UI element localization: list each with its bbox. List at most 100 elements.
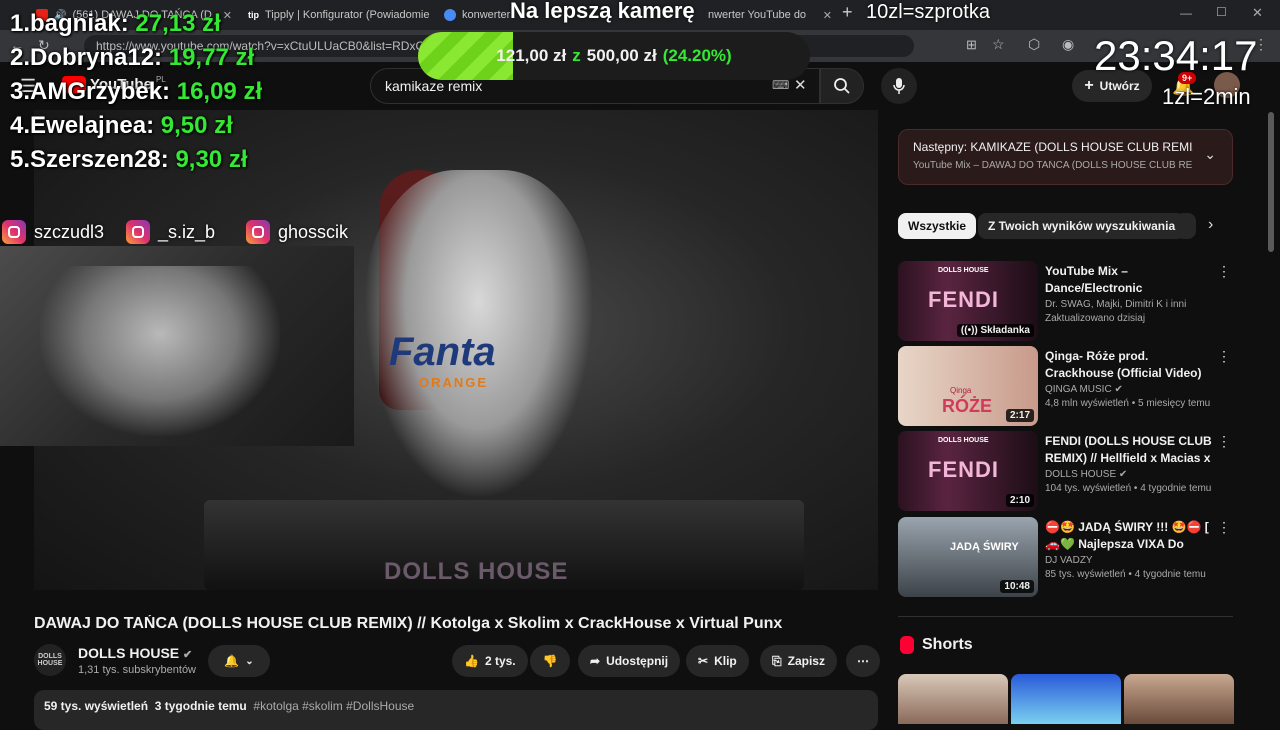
recommendation-item[interactable]: JADĄ ŚWIRY 10:48 ⛔🤩 JADĄ ŚWIRY !!! 🤩⛔ [ … bbox=[898, 517, 1233, 597]
short-thumbnail[interactable] bbox=[898, 674, 1008, 724]
thumbs-up-icon: 👍 bbox=[464, 654, 479, 668]
apps-icon[interactable]: ⊞ bbox=[966, 37, 977, 53]
goal-title: Na lepszą kamerę bbox=[510, 0, 695, 23]
tab-converter-2[interactable]: nwerter YouTube do ✕ bbox=[700, 4, 840, 26]
shorts-heading: Shorts bbox=[900, 636, 973, 654]
chip-truncated[interactable] bbox=[1176, 213, 1196, 239]
more-vert-icon[interactable]: ⋮ bbox=[1217, 519, 1231, 536]
keyboard-icon[interactable]: ⌨ bbox=[772, 78, 789, 92]
verified-icon: ✔ bbox=[183, 649, 193, 661]
close-tab-icon[interactable]: ✕ bbox=[223, 9, 232, 22]
search-icon bbox=[834, 78, 850, 94]
instagram-icon bbox=[246, 220, 270, 244]
chevron-down-icon[interactable]: ⌄ bbox=[1204, 146, 1216, 163]
donation-rate-note: 10zl=szprotka bbox=[866, 1, 990, 23]
rec-meta: 4,8 mln wyświetleń • 5 miesięcy temu bbox=[1045, 398, 1211, 409]
verified-icon: ✔ bbox=[1118, 469, 1128, 480]
like-count: 2 tys. bbox=[484, 654, 516, 668]
video-shirt-text: Fanta bbox=[389, 330, 496, 374]
time-rate-note: 1zl=2min bbox=[1162, 84, 1251, 109]
divider bbox=[898, 616, 1233, 617]
next-subtitle: YouTube Mix – DAWAJ DO TAŃCA (DOLLS HOUS… bbox=[913, 160, 1193, 171]
video-thumbnail[interactable]: DOLLS HOUSE FENDI ((•)) Składanka bbox=[898, 261, 1038, 341]
chip-all[interactable]: Wszystkie bbox=[898, 213, 977, 239]
goal-progress-text: 121,00 zł z 500,00 zł (24.20%) bbox=[496, 46, 732, 65]
clip-button[interactable]: ✂ Klip bbox=[686, 645, 749, 677]
recommendation-item[interactable]: Qinga RÓŻE 2:17 Qinga- Róże prod. Crackh… bbox=[898, 346, 1233, 426]
subscribed-bell-button[interactable]: 🔔 ⌄ bbox=[208, 645, 270, 677]
bell-icon: 🔔 bbox=[224, 654, 240, 668]
tipply-favicon-icon: tip bbox=[248, 10, 259, 20]
plus-icon: + bbox=[1084, 77, 1094, 94]
create-label: Utwórz bbox=[1099, 79, 1140, 93]
rec-meta: Zaktualizowano dzisiaj bbox=[1045, 313, 1146, 324]
video-title: DAWAJ DO TAŃCA (DOLLS HOUSE CLUB REMIX) … bbox=[34, 615, 783, 632]
rec-title: YouTube Mix – Dance/Electronic bbox=[1045, 264, 1143, 295]
description-box[interactable]: 59 tys. wyświetleń 3 tygodnie temu #koto… bbox=[34, 690, 878, 730]
dislike-button[interactable]: 👎 bbox=[530, 645, 570, 677]
maximize-icon[interactable]: ☐ bbox=[1216, 5, 1227, 19]
save-button[interactable]: ⎘ Zapisz bbox=[760, 645, 837, 677]
scrollbar-thumb[interactable] bbox=[1268, 112, 1274, 252]
mix-badge: ((•)) Składanka bbox=[956, 324, 1034, 337]
rec-title: FENDI (DOLLS HOUSE CLUB REMIX) // Hellfi… bbox=[1045, 434, 1212, 465]
tab-label: nwerter YouTube do bbox=[708, 9, 807, 21]
like-button[interactable]: 👍 2 tys. bbox=[452, 645, 528, 677]
search-value: kamikaze remix bbox=[385, 78, 483, 94]
shorts-logo-icon bbox=[900, 636, 914, 654]
donation-goal-bar: 121,00 zł z 500,00 zł (24.20%) bbox=[418, 32, 810, 80]
webcam-person bbox=[40, 266, 280, 436]
extensions-icon[interactable]: ⬡ bbox=[1028, 36, 1040, 53]
search-button[interactable] bbox=[820, 68, 864, 104]
channel-name[interactable]: DOLLS HOUSE ✔ bbox=[78, 645, 192, 661]
leaderboard-row: 2.Dobryna12: 19,77 zł bbox=[10, 44, 255, 71]
tab-label: konwerter bbox=[462, 9, 511, 21]
leaderboard-row: 1.bagniak: 27,13 zł bbox=[10, 10, 221, 37]
rec-meta: 104 tys. wyświetleń • 4 tygodnie temu bbox=[1045, 483, 1212, 494]
tab-converter-1[interactable]: konwerter bbox=[436, 4, 516, 26]
subscriber-count: 1,31 tys. subskrybentów bbox=[78, 664, 197, 676]
chevron-down-icon: ⌄ bbox=[245, 655, 254, 667]
short-thumbnail[interactable] bbox=[1011, 674, 1121, 724]
instagram-handle: ghosscik bbox=[246, 220, 348, 244]
more-actions-button[interactable]: ⋯ bbox=[846, 645, 880, 677]
instagram-icon bbox=[2, 220, 26, 244]
more-vert-icon[interactable]: ⋮ bbox=[1217, 348, 1231, 365]
video-thumbnail[interactable]: JADĄ ŚWIRY 10:48 bbox=[898, 517, 1038, 597]
recommendation-item[interactable]: DOLLS HOUSE FENDI ((•)) Składanka YouTub… bbox=[898, 261, 1233, 341]
scissors-icon: ✂ bbox=[698, 654, 709, 668]
video-thumbnail[interactable]: DOLLS HOUSE FENDI 2:10 bbox=[898, 431, 1038, 511]
bookmark-icon: ⎘ bbox=[772, 653, 782, 668]
chip-search-results[interactable]: Z Twoich wyników wyszukiwania bbox=[978, 213, 1186, 239]
duration-badge: 2:17 bbox=[1005, 409, 1034, 422]
rec-channel: Dr. SWAG, Majki, Dimitri K i inni bbox=[1045, 299, 1187, 310]
duration-badge: 2:10 bbox=[1005, 494, 1034, 507]
close-window-icon[interactable]: ✕ bbox=[1252, 5, 1263, 21]
rec-channel: DJ VADZY bbox=[1045, 555, 1093, 566]
voice-search-button[interactable] bbox=[881, 68, 917, 104]
profile-ext-icon[interactable]: ◉ bbox=[1062, 36, 1074, 53]
next-in-mix[interactable]: Następny: KAMIKAZE (DOLLS HOUSE CLUB REM… bbox=[898, 129, 1233, 185]
leaderboard-row: 3.AMGrzybek: 16,09 zł bbox=[10, 78, 263, 105]
rec-title: ⛔🤩 JADĄ ŚWIRY !!! 🤩⛔ [ 🚗💚 Najlepsza VIXA… bbox=[1045, 520, 1209, 551]
streamer-webcam bbox=[0, 246, 354, 446]
minimize-icon[interactable]: — bbox=[1180, 6, 1192, 20]
channel-avatar[interactable]: DOLLS HOUSE bbox=[34, 644, 66, 676]
video-shirt-subtext: ORANGE bbox=[419, 375, 489, 390]
more-vert-icon[interactable]: ⋮ bbox=[1217, 433, 1231, 450]
search-favicon-icon bbox=[444, 9, 456, 21]
share-button[interactable]: ➦ Udostępnij bbox=[578, 645, 681, 677]
bookmark-star-icon[interactable]: ☆ bbox=[992, 36, 1005, 53]
tab-tipply[interactable]: tip Tipply | Konfigurator (Powiadomie ✕ bbox=[240, 4, 436, 26]
more-vert-icon[interactable]: ⋮ bbox=[1217, 263, 1231, 280]
thumbs-down-icon: 👎 bbox=[542, 654, 558, 668]
new-tab-icon[interactable]: + bbox=[842, 2, 853, 23]
duration-badge: 10:48 bbox=[1000, 580, 1034, 593]
close-tab-icon[interactable]: ✕ bbox=[823, 9, 832, 22]
leaderboard-row: 5.Szerszen28: 9,30 zł bbox=[10, 146, 248, 173]
video-thumbnail[interactable]: Qinga RÓŻE 2:17 bbox=[898, 346, 1038, 426]
microphone-icon bbox=[893, 78, 905, 94]
chevron-right-icon[interactable]: › bbox=[1208, 216, 1213, 234]
short-thumbnail[interactable] bbox=[1124, 674, 1234, 724]
recommendation-item[interactable]: DOLLS HOUSE FENDI 2:10 FENDI (DOLLS HOUS… bbox=[898, 431, 1233, 511]
